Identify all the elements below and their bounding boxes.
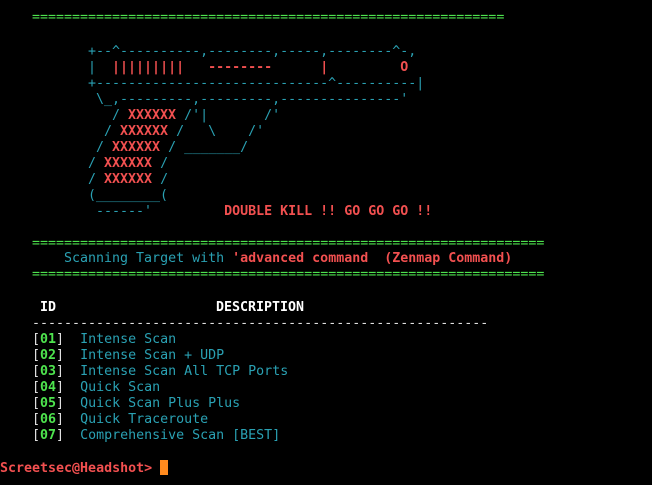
bracket-close: ] bbox=[56, 428, 81, 443]
scan-option-row[interactable]: [07] Comprehensive Scan [BEST] bbox=[32, 428, 280, 444]
ascii-art-segment: XXXXXX bbox=[120, 124, 169, 139]
bracket-close: ] bbox=[56, 364, 81, 379]
ascii-art-segment: -------- bbox=[208, 60, 273, 75]
ascii-art-segment: / bbox=[88, 140, 113, 155]
bracket-open: [ bbox=[32, 396, 41, 411]
scan-option-row[interactable]: [01] Intense Scan bbox=[32, 332, 176, 348]
ascii-art-line: +--^----------,--------,-----,--------^-… bbox=[88, 44, 416, 60]
bracket-close: ] bbox=[56, 380, 81, 395]
ascii-art-segment bbox=[152, 204, 224, 219]
ascii-art-line: / XXXXXX / bbox=[88, 156, 168, 172]
text-cursor bbox=[160, 460, 169, 475]
scan-option-description: Comprehensive Scan [BEST] bbox=[80, 428, 281, 443]
table-rule: ----------------------------------------… bbox=[32, 316, 489, 331]
scan-option-row[interactable]: [03] Intense Scan All TCP Ports bbox=[32, 364, 288, 380]
ascii-art-segment: XXXXXX bbox=[128, 108, 177, 123]
ascii-art-line: / XXXXXX / _______/ bbox=[88, 140, 248, 156]
ascii-art-segment: / bbox=[152, 172, 169, 187]
prompt-text: Screetsec@Headshot> bbox=[0, 461, 161, 476]
scan-option-row[interactable]: [05] Quick Scan Plus Plus bbox=[32, 396, 240, 412]
scan-option-description: Intense Scan All TCP Ports bbox=[80, 364, 289, 379]
bracket-close: ] bbox=[56, 396, 81, 411]
ascii-art-line: / XXXXXX / \ /' bbox=[88, 124, 264, 140]
scan-title-mode: 'advanced command (Zenmap Command) bbox=[232, 251, 513, 266]
scan-option-row[interactable]: [06] Quick Traceroute bbox=[32, 412, 208, 428]
ascii-art-line: +-----------------------------^---------… bbox=[88, 76, 424, 92]
bracket-open: [ bbox=[32, 380, 41, 395]
scan-option-id: 03 bbox=[40, 364, 57, 379]
scan-option-id: 05 bbox=[40, 396, 57, 411]
scan-option-description: Quick Traceroute bbox=[80, 412, 209, 427]
ascii-art-segment: +--^----------,--------,-----,--------^-… bbox=[88, 44, 417, 59]
header-separator-top: ========================================… bbox=[32, 236, 545, 251]
bracket-close: ] bbox=[56, 348, 81, 363]
scan-title-label: Scanning Target with bbox=[64, 251, 233, 266]
bracket-open: [ bbox=[32, 364, 41, 379]
ascii-art-segment: XXXXXX bbox=[112, 140, 161, 155]
ascii-art-line: / XXXXXX /'| /' bbox=[88, 108, 280, 124]
ascii-art-segment: / bbox=[88, 156, 105, 171]
ascii-art-segment: ------' bbox=[88, 204, 153, 219]
bracket-open: [ bbox=[32, 412, 41, 427]
ascii-art-line: (________( bbox=[88, 188, 168, 204]
ascii-art-line: | ||||||||| -------- | O bbox=[88, 60, 408, 76]
banner-separator-top: ========================================… bbox=[32, 10, 505, 25]
ascii-art-segment: /'| /' bbox=[176, 108, 281, 123]
scan-option-description: Quick Scan Plus Plus bbox=[80, 396, 241, 411]
scan-title: Scanning Target with 'advanced command (… bbox=[64, 251, 512, 267]
ascii-art-line: \_,---------,---------,---------------' bbox=[88, 92, 408, 108]
ascii-art-segment: O bbox=[400, 60, 409, 75]
ascii-art-segment: DOUBLE KILL !! GO GO GO !! bbox=[224, 204, 433, 219]
ascii-art-segment: ||||||||| bbox=[112, 60, 185, 75]
ascii-art-segment bbox=[184, 60, 208, 75]
bracket-open: [ bbox=[32, 348, 41, 363]
header-separator-bottom: ========================================… bbox=[32, 267, 545, 282]
scan-option-id: 04 bbox=[40, 380, 57, 395]
scan-option-row[interactable]: [02] Intense Scan + UDP bbox=[32, 348, 224, 364]
ascii-art-segment: / \ /' bbox=[168, 124, 265, 139]
ascii-art-segment: / bbox=[88, 124, 121, 139]
ascii-art-segment: XXXXXX bbox=[104, 156, 153, 171]
bracket-close: ] bbox=[56, 412, 81, 427]
scan-option-id: 07 bbox=[40, 428, 57, 443]
scan-option-description: Intense Scan bbox=[80, 332, 177, 347]
bracket-close: ] bbox=[56, 332, 81, 347]
bracket-open: [ bbox=[32, 332, 41, 347]
scan-option-row[interactable]: [04] Quick Scan bbox=[32, 380, 160, 396]
ascii-art-segment: | bbox=[88, 60, 113, 75]
ascii-art-segment: / bbox=[88, 172, 105, 187]
command-prompt[interactable]: Screetsec@Headshot> bbox=[0, 460, 169, 476]
scan-option-id: 02 bbox=[40, 348, 57, 363]
ascii-art-segment bbox=[272, 60, 320, 75]
column-header-id: ID bbox=[40, 300, 57, 315]
ascii-art-segment: \_,---------,---------,---------------' bbox=[88, 92, 409, 107]
ascii-art-line: ------' DOUBLE KILL !! GO GO GO !! bbox=[88, 204, 432, 220]
column-header-description: DESCRIPTION bbox=[216, 300, 305, 315]
ascii-art-segment bbox=[328, 60, 400, 75]
terminal-window: { "banner": { "separator_top": "========… bbox=[0, 0, 652, 485]
scan-option-description: Intense Scan + UDP bbox=[80, 348, 225, 363]
ascii-art-segment: / bbox=[88, 108, 129, 123]
scan-option-id: 06 bbox=[40, 412, 57, 427]
ascii-art-segment: (________( bbox=[88, 188, 169, 203]
ascii-art-segment: +-----------------------------^---------… bbox=[88, 76, 425, 91]
ascii-art-segment: / _______/ bbox=[160, 140, 249, 155]
bracket-open: [ bbox=[32, 428, 41, 443]
ascii-art-line: / XXXXXX / bbox=[88, 172, 168, 188]
scan-option-description: Quick Scan bbox=[80, 380, 161, 395]
scan-option-id: 01 bbox=[40, 332, 57, 347]
ascii-art-segment: / bbox=[152, 156, 169, 171]
ascii-art-segment: XXXXXX bbox=[104, 172, 153, 187]
